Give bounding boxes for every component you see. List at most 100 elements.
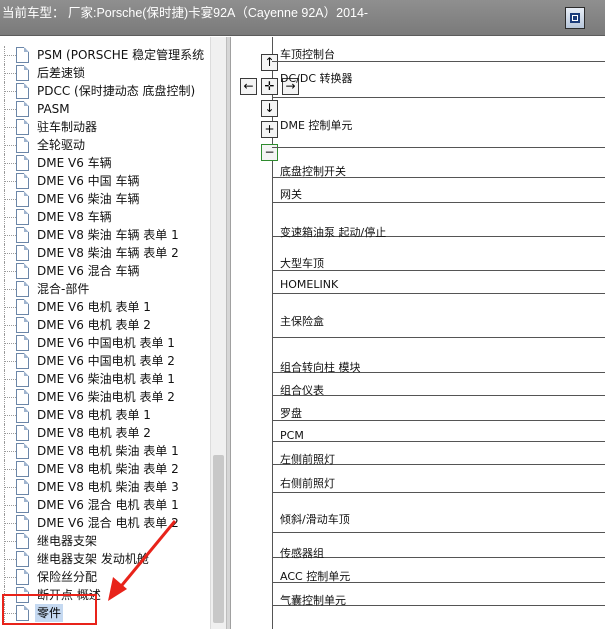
document-icon — [16, 461, 29, 477]
diagram-component-label[interactable]: 主保险盒 — [280, 313, 324, 329]
tree-item[interactable]: DME V8 车辆 — [0, 208, 210, 226]
tree-item[interactable]: 全轮驱动 — [0, 136, 210, 154]
diagram-component-label[interactable]: 倾斜/滑动车顶 — [280, 511, 350, 527]
tree-item[interactable]: 混合-部件 — [0, 280, 210, 298]
tree-item[interactable]: DME V6 柴油 车辆 — [0, 190, 210, 208]
document-icon — [16, 137, 29, 153]
tree-item-label: DME V6 中国 车辆 — [37, 174, 140, 188]
diagram-row-line — [272, 441, 605, 442]
diagram-component-label[interactable]: DME 控制单元 — [280, 117, 352, 133]
tree-item[interactable]: DME V6 中国电机 表单 2 — [0, 352, 210, 370]
restore-window-button[interactable] — [565, 7, 585, 29]
tree-item[interactable]: PASM — [0, 100, 210, 118]
pan-center-button[interactable]: ✛ — [261, 78, 278, 95]
diagram-component-label[interactable]: DC/DC 转换器 — [280, 70, 353, 86]
tree-item[interactable]: DME V6 中国 车辆 — [0, 172, 210, 190]
tree-item[interactable]: DME V6 中国电机 表单 1 — [0, 334, 210, 352]
tree-item[interactable]: DME V6 混合 电机 表单 1 — [0, 496, 210, 514]
tree-item-label: 全轮驱动 — [37, 138, 86, 152]
document-icon — [16, 551, 29, 567]
tree-item-label: DME V6 柴油电机 表单 1 — [37, 372, 175, 386]
arrow-down-icon: ↓ — [264, 101, 275, 115]
tree-item-label: 继电器支架 发动机舱 — [37, 552, 149, 566]
document-icon — [16, 209, 29, 225]
diagram-component-label[interactable]: 气囊控制单元 — [280, 592, 346, 608]
tree-item[interactable]: DME V8 电机 表单 2 — [0, 424, 210, 442]
tree-item-label: DME V6 混合 电机 表单 1 — [37, 498, 179, 512]
diagram-row-line — [272, 532, 605, 533]
document-icon — [16, 479, 29, 495]
tree-item[interactable]: DME V6 柴油电机 表单 1 — [0, 370, 210, 388]
tree-item[interactable]: DME V6 电机 表单 1 — [0, 298, 210, 316]
tree-item[interactable]: DME V8 电机 柴油 表单 2 — [0, 460, 210, 478]
pan-left-button[interactable]: ← — [240, 78, 257, 95]
tree-item[interactable]: DME V6 柴油电机 表单 2 — [0, 388, 210, 406]
document-icon — [16, 443, 29, 459]
document-icon — [16, 281, 29, 297]
tree-item[interactable]: DME V8 柴油 车辆 表单 1 — [0, 226, 210, 244]
tree-item[interactable]: 继电器支架 — [0, 532, 210, 550]
tree-item[interactable]: DME V8 电机 表单 1 — [0, 406, 210, 424]
diagram-component-label[interactable]: 大型车顶 — [280, 255, 324, 271]
diagram-component-label[interactable]: PCM — [280, 429, 304, 442]
document-icon — [16, 173, 29, 189]
tree-item-label: PDCC (保时捷动态 底盘控制) — [37, 84, 196, 98]
tree-item[interactable]: 保险丝分配 — [0, 568, 210, 586]
diagram-row-line — [272, 97, 605, 98]
tree-item-label: DME V8 电机 表单 1 — [37, 408, 151, 422]
tree-item[interactable]: DME V6 混合 电机 表单 2 — [0, 514, 210, 532]
diagram-row-line — [272, 293, 605, 294]
tree-item[interactable]: 驻车制动器 — [0, 118, 210, 136]
diagram-component-label[interactable]: ACC 控制单元 — [280, 568, 350, 584]
diagram-component-label[interactable]: 传感器组 — [280, 545, 324, 561]
document-icon — [16, 227, 29, 243]
document-icon — [16, 245, 29, 261]
document-icon — [16, 299, 29, 315]
tree-item[interactable]: DME V6 混合 车辆 — [0, 262, 210, 280]
diagram-component-label[interactable]: 网关 — [280, 186, 302, 202]
scrollbar-thumb[interactable] — [213, 455, 224, 623]
diagram-component-label[interactable]: 变速箱油泵 起动/停止 — [280, 224, 386, 240]
document-icon — [16, 47, 29, 63]
diagram-row-line — [272, 420, 605, 421]
tree-item-label: PSM (PORSCHE 稳定管理系统 — [37, 48, 205, 62]
tree-item[interactable]: DME V6 车辆 — [0, 154, 210, 172]
document-icon — [16, 407, 29, 423]
diagram-component-label[interactable]: 左侧前照灯 — [280, 451, 335, 467]
diagram-component-label[interactable]: 罗盘 — [280, 405, 302, 421]
zoom-in-button[interactable]: + — [261, 121, 278, 138]
tree-item-label: DME V8 电机 柴油 表单 1 — [37, 444, 179, 458]
tree-item-label: DME V6 车辆 — [37, 156, 112, 170]
wiring-diagram[interactable]: ↑ ← ✛ → ↓ + − 车顶控制台 DC/DC 转换器 DME 控制单元 底盘控制… — [231, 37, 605, 629]
tree-item-label: DME V8 柴油 车辆 表单 2 — [37, 246, 179, 260]
diagram-component-label[interactable]: 车顶控制台 — [280, 46, 335, 62]
document-icon — [16, 119, 29, 135]
tree-item[interactable]: DME V8 电机 柴油 表单 1 — [0, 442, 210, 460]
document-icon — [16, 497, 29, 513]
tree-item[interactable]: PSM (PORSCHE 稳定管理系统 — [0, 46, 210, 64]
tree-item-label: DME V6 中国电机 表单 2 — [37, 354, 175, 368]
tree-item[interactable]: DME V6 电机 表单 2 — [0, 316, 210, 334]
tree-item[interactable]: PDCC (保时捷动态 底盘控制) — [0, 82, 210, 100]
tree-item[interactable]: 后差速锁 — [0, 64, 210, 82]
component-tree[interactable]: PSM (PORSCHE 稳定管理系统后差速锁 PDCC (保时捷动态 底盘控制)… — [0, 37, 210, 629]
document-icon — [16, 191, 29, 207]
diagram-component-label[interactable]: 组合转向柱 模块 — [280, 359, 361, 375]
diagram-row-line — [272, 492, 605, 493]
diagram-component-label[interactable]: 底盘控制开关 — [280, 163, 346, 179]
diagram-component-label[interactable]: 右侧前照灯 — [280, 475, 335, 491]
diagram-component-label[interactable]: 组合仪表 — [280, 382, 324, 398]
tree-item-label: DME V8 柴油 车辆 表单 1 — [37, 228, 179, 242]
document-icon — [16, 335, 29, 351]
tree-item-label: DME V6 电机 表单 2 — [37, 318, 151, 332]
pan-down-button[interactable]: ↓ — [261, 100, 278, 117]
tree-item[interactable]: 继电器支架 发动机舱 — [0, 550, 210, 568]
document-icon — [16, 65, 29, 81]
pan-up-button[interactable]: ↑ — [261, 54, 278, 71]
tree-item[interactable]: DME V8 柴油 车辆 表单 2 — [0, 244, 210, 262]
tree-item[interactable]: DME V8 电机 柴油 表单 3 — [0, 478, 210, 496]
arrow-left-icon: ← — [243, 79, 254, 93]
tree-item-label: DME V8 电机 柴油 表单 3 — [37, 480, 179, 494]
tree-scrollbar[interactable] — [210, 37, 226, 629]
diagram-component-label[interactable]: HOMELINK — [280, 278, 338, 291]
